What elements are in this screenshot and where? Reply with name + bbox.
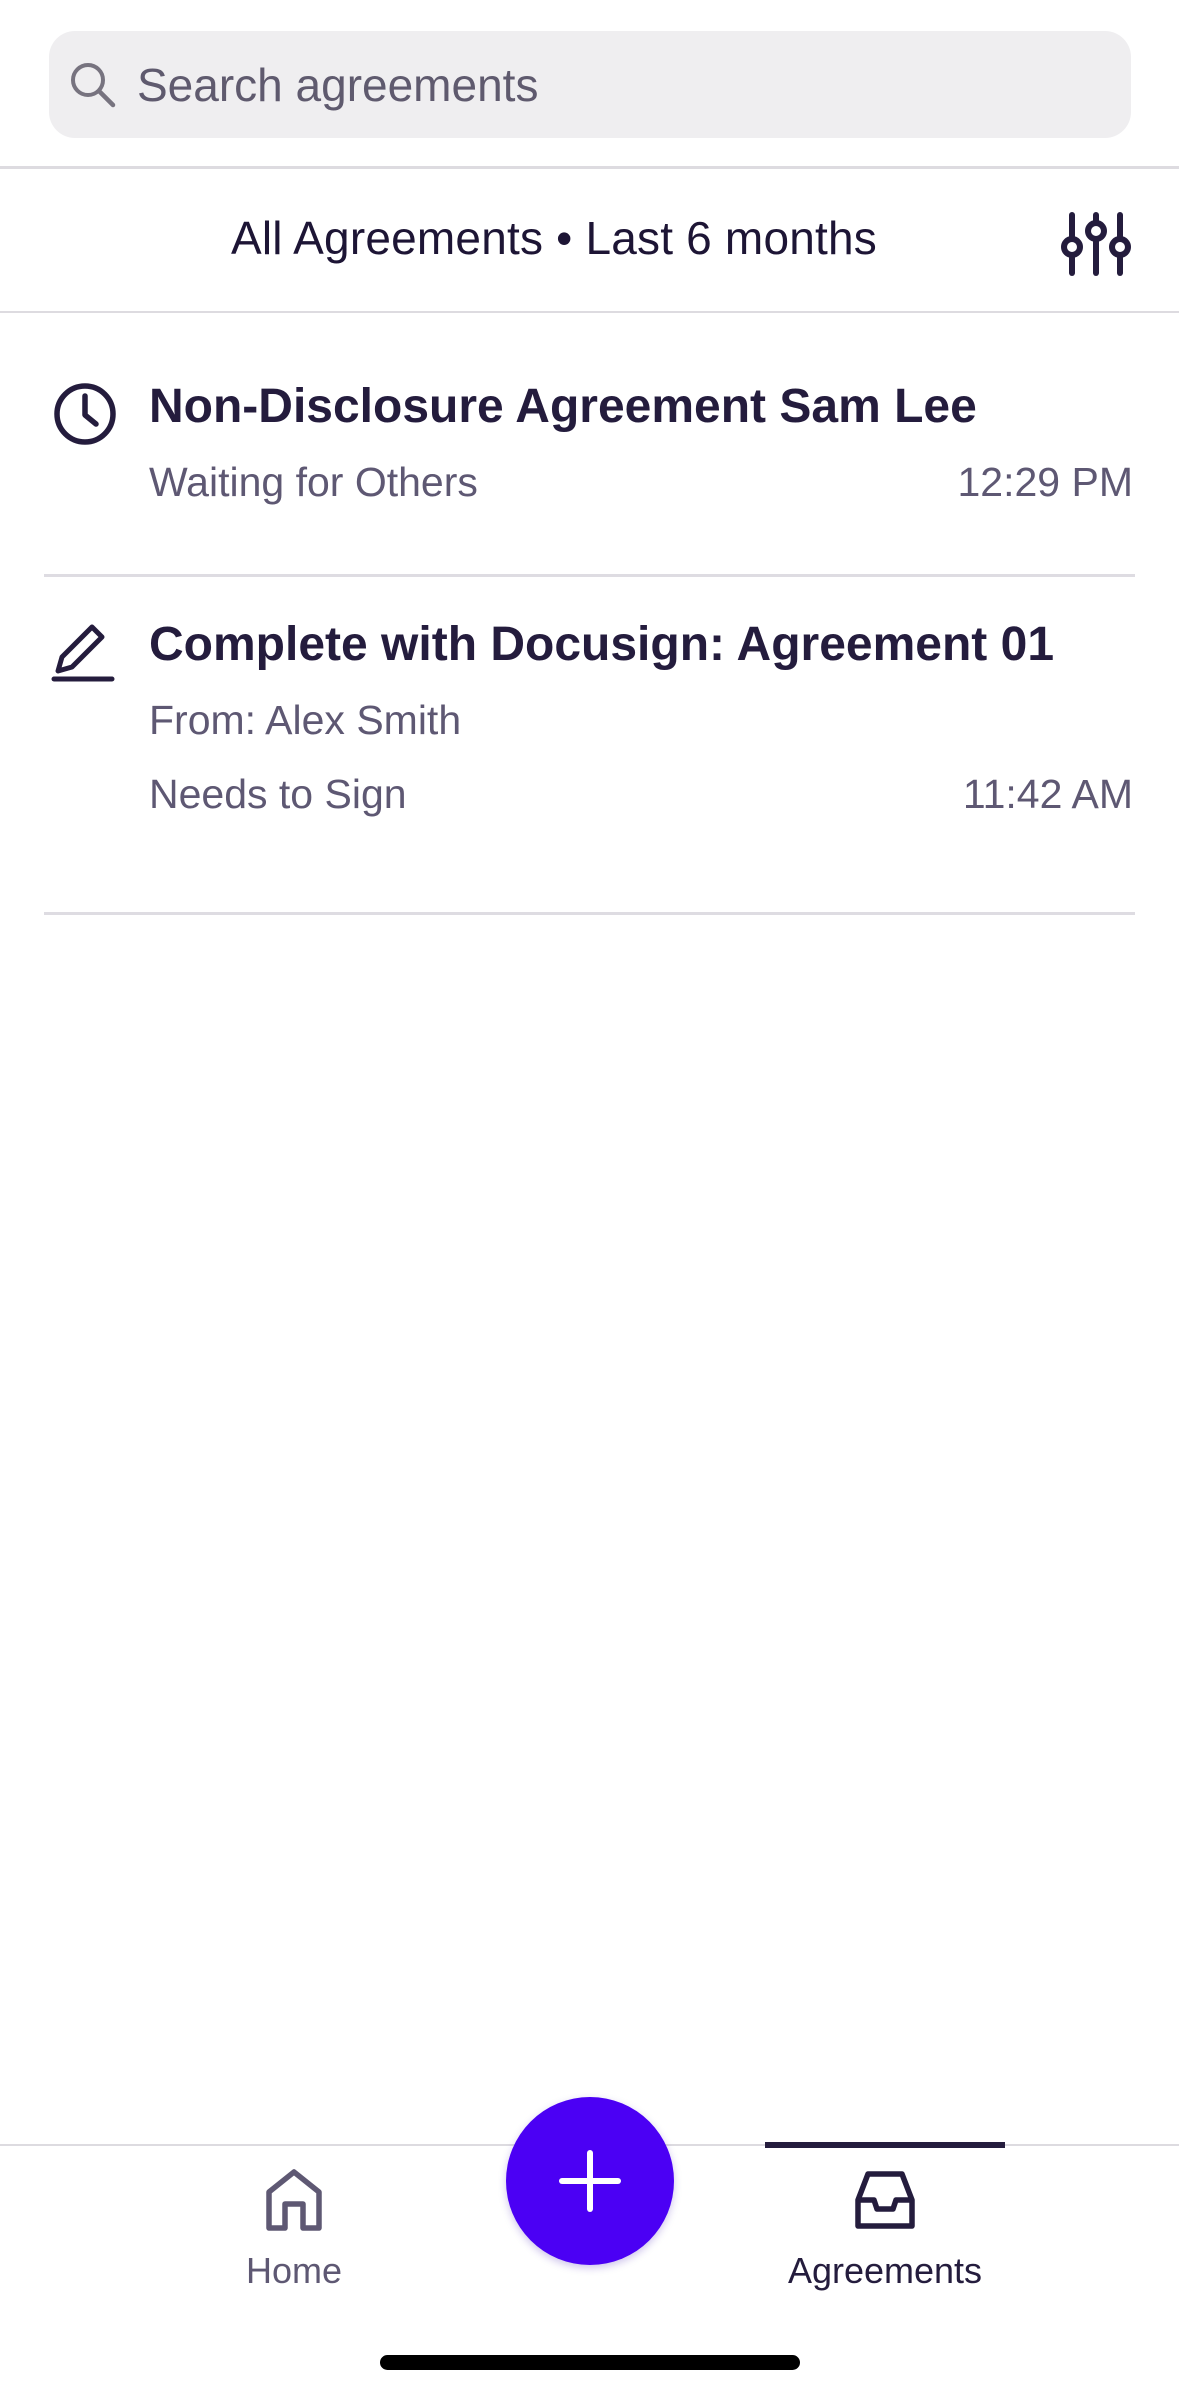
tab-agreements[interactable]: Agreements — [765, 2142, 1005, 2296]
agreement-sender: From: Alex Smith — [149, 697, 462, 743]
agreement-title: Non-Disclosure Agreement Sam Lee — [149, 380, 977, 433]
inbox-icon — [855, 2171, 915, 2229]
agreement-item[interactable]: Complete with Docusign: Agreement 01 Fro… — [44, 577, 1135, 915]
filter-title[interactable]: All Agreements • Last 6 months — [0, 211, 1108, 265]
agreement-title: Complete with Docusign: Agreement 01 — [149, 618, 1055, 671]
agreement-status: Needs to Sign — [149, 771, 407, 817]
search-header — [0, 0, 1179, 169]
clock-icon — [54, 383, 116, 445]
agreement-time: 11:42 AM — [962, 771, 1133, 817]
agreements-list: Non-Disclosure Agreement Sam Lee Waiting… — [0, 313, 1179, 915]
home-icon — [266, 2169, 322, 2231]
plus-icon — [559, 2150, 621, 2212]
pen-icon — [51, 624, 115, 682]
agreements-screen: All Agreements • Last 6 months Non-Discl… — [0, 0, 1179, 2396]
tab-home[interactable]: Home — [196, 2146, 392, 2296]
filter-bar: All Agreements • Last 6 months — [0, 169, 1179, 313]
tab-agreements-label: Agreements — [787, 2250, 983, 2291]
agreement-item[interactable]: Non-Disclosure Agreement Sam Lee Waiting… — [44, 313, 1135, 577]
home-indicator — [380, 2355, 800, 2370]
active-tab-indicator — [765, 2142, 1005, 2148]
search-input[interactable] — [137, 31, 1097, 138]
new-agreement-button[interactable] — [506, 2097, 674, 2265]
tab-home-label: Home — [245, 2250, 343, 2291]
agreement-time: 12:29 PM — [957, 459, 1134, 505]
filter-sliders-icon[interactable] — [1058, 209, 1134, 279]
search-bar[interactable] — [49, 31, 1131, 138]
search-icon — [71, 63, 116, 108]
agreement-status: Waiting for Others — [149, 459, 478, 505]
